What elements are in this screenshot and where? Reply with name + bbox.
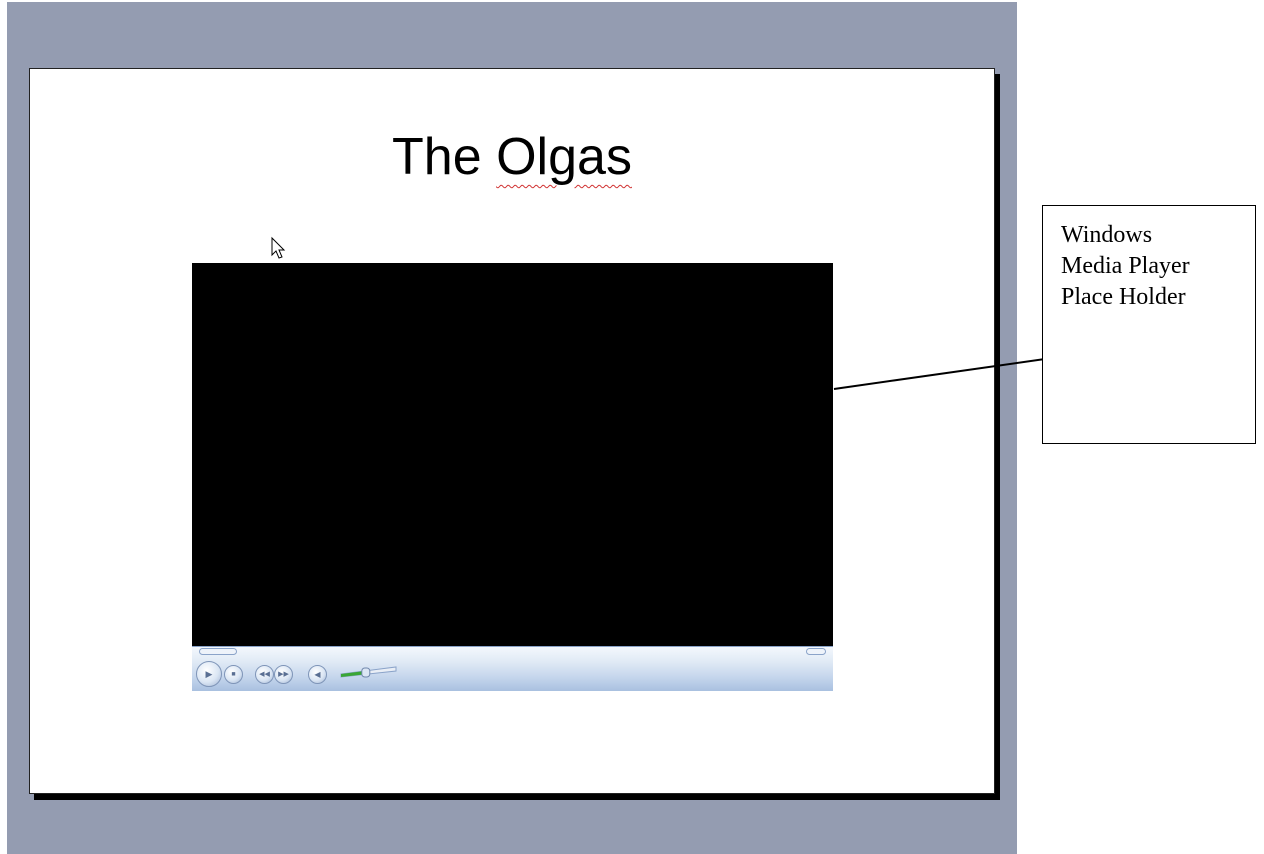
next-button[interactable]: ▶▶ xyxy=(274,665,293,684)
fullscreen-toggle[interactable] xyxy=(806,648,826,655)
seek-bar-left-handle[interactable] xyxy=(199,648,237,655)
callout-box[interactable]: Windows Media Player Place Holder xyxy=(1042,205,1256,444)
slide-title-misspelled-word: Olgas xyxy=(496,128,632,186)
volume-icon: ◀ xyxy=(314,669,321,679)
stop-icon: ■ xyxy=(231,671,236,678)
previous-icon: ◀◀ xyxy=(259,671,270,678)
media-player-video[interactable] xyxy=(192,263,833,646)
play-icon: ▶ xyxy=(205,668,213,679)
callout-text: Windows Media Player Place Holder xyxy=(1061,222,1190,310)
play-button[interactable]: ▶ xyxy=(196,661,222,687)
slide-title[interactable]: The Olgas xyxy=(0,125,1024,189)
slide-title-prefix: The xyxy=(392,128,497,186)
next-icon: ▶▶ xyxy=(278,671,289,678)
stop-button[interactable]: ■ xyxy=(224,665,243,684)
mute-button[interactable]: ◀ xyxy=(308,665,327,684)
previous-button[interactable]: ◀◀ xyxy=(255,665,274,684)
